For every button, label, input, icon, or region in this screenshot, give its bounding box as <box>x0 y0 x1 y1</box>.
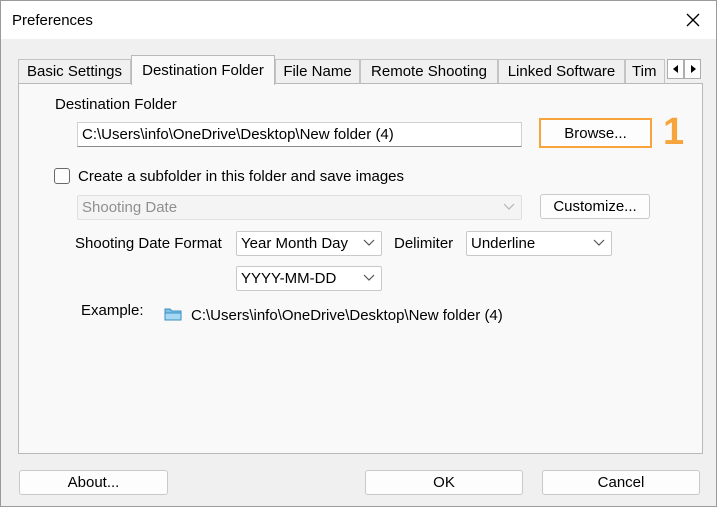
tab-basic-settings[interactable]: Basic Settings <box>18 59 131 83</box>
chevron-down-icon <box>593 239 605 246</box>
close-button[interactable] <box>670 1 716 39</box>
window-title: Preferences <box>12 12 93 29</box>
chevron-down-icon <box>363 274 375 281</box>
arrow-left-icon <box>672 65 678 73</box>
tab-time[interactable]: Tim <box>625 59 665 83</box>
delimiter-value: Underline <box>471 235 536 252</box>
tab-scroll-left-button[interactable] <box>667 59 684 79</box>
tab-strip: Basic Settings Destination Folder File N… <box>18 55 704 85</box>
customize-button[interactable]: Customize... <box>540 194 650 219</box>
tab-label: Linked Software <box>507 63 616 80</box>
example-label: Example: <box>81 302 144 319</box>
browse-button-label: Browse... <box>564 124 627 142</box>
tab-linked-software[interactable]: Linked Software <box>498 59 625 83</box>
ok-button[interactable]: OK <box>365 470 523 495</box>
date-pattern-select[interactable]: YYYY-MM-DD <box>236 266 382 291</box>
preferences-dialog: Preferences Basic Settings Destination F… <box>0 0 717 507</box>
customize-button-label: Customize... <box>553 198 637 215</box>
tab-destination-folder[interactable]: Destination Folder <box>131 55 275 85</box>
arrow-right-icon <box>690 65 696 73</box>
subfolder-checkbox[interactable] <box>54 168 70 184</box>
example-path: C:\Users\info\OneDrive\Desktop\New folde… <box>191 307 503 324</box>
chevron-down-icon <box>363 239 375 246</box>
destination-path-value: C:\Users\info\OneDrive\Desktop\New folde… <box>82 126 394 143</box>
cancel-button[interactable]: Cancel <box>542 470 700 495</box>
ok-button-label: OK <box>433 474 455 491</box>
tab-label: File Name <box>283 63 352 80</box>
browse-button[interactable]: Browse... <box>539 118 652 148</box>
tab-label: Destination Folder <box>142 62 264 79</box>
about-button-label: About... <box>67 474 120 491</box>
date-format-value: Year Month Day <box>241 235 349 252</box>
tab-scroll-right-button[interactable] <box>684 59 701 79</box>
step-annotation: 1 <box>663 111 685 153</box>
title-bar: Preferences <box>1 1 716 39</box>
close-icon <box>686 13 700 27</box>
tab-label: Basic Settings <box>26 63 123 80</box>
tab-file-name[interactable]: File Name <box>275 59 360 83</box>
about-button[interactable]: About... <box>19 470 168 495</box>
date-pattern-value: YYYY-MM-DD <box>241 270 337 287</box>
cancel-button-label: Cancel <box>597 474 645 491</box>
tab-remote-shooting[interactable]: Remote Shooting <box>360 59 498 83</box>
destination-folder-label: Destination Folder <box>55 96 177 113</box>
subfolder-mode-select[interactable]: Shooting Date <box>77 195 522 220</box>
subfolder-mode-value: Shooting Date <box>82 199 178 216</box>
destination-path-field[interactable]: C:\Users\info\OneDrive\Desktop\New folde… <box>77 122 522 147</box>
tab-label: Tim <box>632 63 657 80</box>
delimiter-label: Delimiter <box>394 235 454 252</box>
delimiter-select[interactable]: Underline <box>466 231 612 256</box>
subfolder-checkbox-label: Create a subfolder in this folder and sa… <box>78 168 405 185</box>
folder-icon <box>164 308 182 321</box>
date-format-select[interactable]: Year Month Day <box>236 231 382 256</box>
chevron-down-icon <box>503 203 515 210</box>
date-format-label: Shooting Date Format <box>75 235 222 252</box>
tab-label: Remote Shooting <box>371 63 487 80</box>
